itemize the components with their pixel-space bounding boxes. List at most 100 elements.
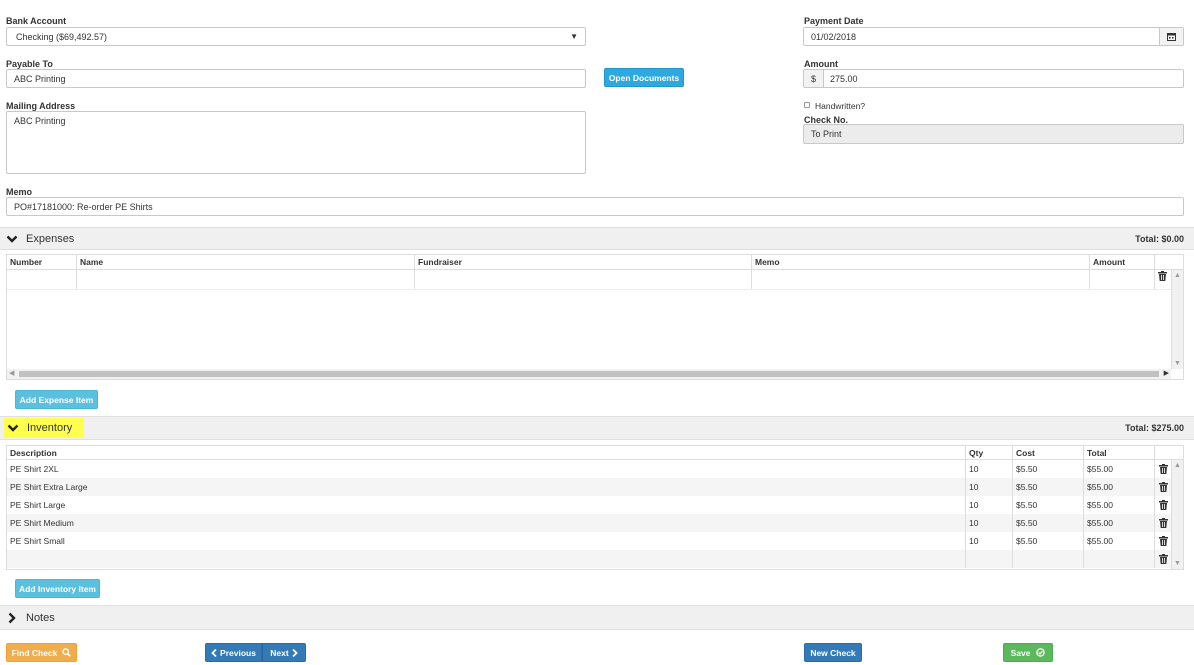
- payable-to-label: Payable To: [6, 59, 53, 69]
- scroll-up-icon[interactable]: ▲: [1172, 272, 1183, 279]
- table-row-empty[interactable]: [7, 550, 1183, 568]
- mailing-address-label: Mailing Address: [6, 101, 76, 111]
- inventory-grid-header: Description Qty Cost Total: [7, 446, 1183, 460]
- save-label: Save: [1010, 647, 1031, 658]
- cost-cell[interactable]: $5.50: [1013, 514, 1084, 532]
- trash-icon[interactable]: [1155, 460, 1171, 478]
- inventory-highlight: Inventory: [4, 418, 85, 438]
- cost-cell[interactable]: $5.50: [1013, 496, 1084, 514]
- search-icon: [62, 648, 72, 657]
- table-row[interactable]: PE Shirt 2XL 10 $5.50 $55.00: [7, 460, 1183, 478]
- qty-cell[interactable]: 10: [966, 532, 1013, 550]
- bank-account-value: Checking ($69,492.57): [16, 31, 108, 42]
- inventory-title: Inventory: [27, 422, 73, 434]
- column-header[interactable]: Name: [77, 255, 415, 269]
- bank-account-label: Bank Account: [6, 16, 67, 26]
- column-header[interactable]: Total: [1084, 446, 1155, 459]
- description-cell[interactable]: PE Shirt Small: [7, 532, 966, 550]
- add-inventory-item-button[interactable]: Add Inventory Item: [15, 579, 100, 598]
- payable-to-input[interactable]: ABC Printing: [6, 69, 586, 88]
- amount-value: 275.00: [830, 73, 858, 84]
- inventory-grid: Description Qty Cost Total PE Shirt 2XL …: [6, 445, 1184, 570]
- expenses-grid: Number Name Fundraiser Memo Amount ▲ ▼ ◀…: [6, 254, 1184, 380]
- chevron-right-icon: [292, 648, 298, 657]
- previous-button[interactable]: Previous: [205, 643, 262, 662]
- open-documents-button[interactable]: Open Documents: [604, 68, 684, 87]
- save-button[interactable]: Save: [1003, 643, 1053, 662]
- check-circle-icon: [1036, 648, 1046, 657]
- check-no-input: To Print: [803, 124, 1184, 144]
- chevron-down-icon[interactable]: [7, 422, 19, 434]
- handwritten-checkbox[interactable]: [804, 102, 810, 108]
- check-no-value: To Print: [811, 129, 842, 139]
- vertical-scrollbar[interactable]: ▲ ▼: [1171, 270, 1183, 369]
- table-row[interactable]: PE Shirt Extra Large 10 $5.50 $55.00: [7, 478, 1183, 496]
- column-header[interactable]: Amount: [1090, 255, 1155, 269]
- expenses-total: Total: $0.00: [1135, 233, 1184, 244]
- memo-input[interactable]: PO#17181000: Re-order PE Shirts: [6, 197, 1184, 216]
- total-cell: $55.00: [1084, 460, 1155, 478]
- qty-cell[interactable]: 10: [966, 478, 1013, 496]
- column-header[interactable]: Memo: [752, 255, 1090, 269]
- table-row[interactable]: [7, 270, 1183, 290]
- mailing-address-value: ABC Printing: [14, 116, 66, 126]
- cost-cell[interactable]: $5.50: [1013, 460, 1084, 478]
- horizontal-scrollbar[interactable]: ◀ ▶: [7, 369, 1171, 379]
- trash-icon[interactable]: [1155, 478, 1171, 496]
- mailing-address-textarea[interactable]: ABC Printing: [6, 111, 586, 174]
- total-cell: $55.00: [1084, 514, 1155, 532]
- description-cell[interactable]: PE Shirt Medium: [7, 514, 966, 532]
- dropdown-arrow-icon: ▼: [570, 32, 578, 41]
- column-header[interactable]: Qty: [966, 446, 1013, 459]
- column-header[interactable]: Cost: [1013, 446, 1084, 459]
- chevron-left-icon: [211, 648, 217, 657]
- column-header[interactable]: Description: [7, 446, 966, 459]
- trash-icon[interactable]: [1155, 514, 1171, 532]
- column-header[interactable]: Number: [7, 255, 77, 269]
- scroll-down-icon[interactable]: ▼: [1172, 360, 1183, 367]
- scroll-left-icon[interactable]: ◀: [9, 370, 14, 377]
- payment-date-label: Payment Date: [804, 16, 864, 26]
- table-row[interactable]: PE Shirt Small 10 $5.50 $55.00: [7, 532, 1183, 550]
- calendar-icon[interactable]: [1159, 28, 1183, 45]
- table-row[interactable]: PE Shirt Medium 10 $5.50 $55.00: [7, 514, 1183, 532]
- find-check-button[interactable]: Find Check: [6, 643, 77, 662]
- description-cell[interactable]: PE Shirt 2XL: [7, 460, 966, 478]
- vertical-scrollbar[interactable]: ▲ ▼: [1171, 460, 1183, 569]
- column-header[interactable]: Fundraiser: [415, 255, 752, 269]
- trash-icon[interactable]: [1158, 271, 1167, 283]
- cost-cell[interactable]: $5.50: [1013, 532, 1084, 550]
- payment-date-input[interactable]: 01/02/2018: [803, 27, 1184, 46]
- total-cell: $55.00: [1084, 478, 1155, 496]
- scroll-up-icon[interactable]: ▲: [1172, 462, 1183, 469]
- qty-cell[interactable]: 10: [966, 496, 1013, 514]
- amount-label: Amount: [804, 59, 838, 69]
- previous-label: Previous: [220, 647, 256, 658]
- description-cell[interactable]: PE Shirt Large: [7, 496, 966, 514]
- qty-cell[interactable]: 10: [966, 460, 1013, 478]
- chevron-down-icon[interactable]: [6, 233, 18, 245]
- scrollbar-thumb[interactable]: [19, 371, 1159, 377]
- expenses-title: Expenses: [26, 232, 75, 245]
- scroll-down-icon[interactable]: ▼: [1172, 560, 1183, 567]
- bank-account-select[interactable]: Checking ($69,492.57) ▼: [6, 27, 586, 46]
- inventory-section-header[interactable]: Inventory Total: $275.00: [0, 416, 1194, 440]
- table-row[interactable]: PE Shirt Large 10 $5.50 $55.00: [7, 496, 1183, 514]
- chevron-right-icon[interactable]: [6, 612, 18, 624]
- add-expense-item-button[interactable]: Add Expense Item: [15, 390, 98, 409]
- trash-icon[interactable]: [1155, 532, 1171, 550]
- total-cell: $55.00: [1084, 532, 1155, 550]
- expenses-grid-header: Number Name Fundraiser Memo Amount: [7, 255, 1183, 270]
- qty-cell[interactable]: 10: [966, 514, 1013, 532]
- new-check-button[interactable]: New Check: [804, 643, 862, 662]
- trash-icon[interactable]: [1155, 550, 1171, 568]
- description-cell[interactable]: PE Shirt Extra Large: [7, 478, 966, 496]
- expenses-section-header[interactable]: Expenses Total: $0.00: [0, 227, 1194, 250]
- amount-input[interactable]: $ 275.00: [803, 69, 1184, 88]
- scroll-right-icon[interactable]: ▶: [1164, 370, 1169, 377]
- trash-icon[interactable]: [1155, 496, 1171, 514]
- notes-section-header[interactable]: Notes: [0, 605, 1194, 630]
- next-button[interactable]: Next: [262, 643, 306, 662]
- cost-cell[interactable]: $5.50: [1013, 478, 1084, 496]
- next-label: Next: [270, 647, 289, 658]
